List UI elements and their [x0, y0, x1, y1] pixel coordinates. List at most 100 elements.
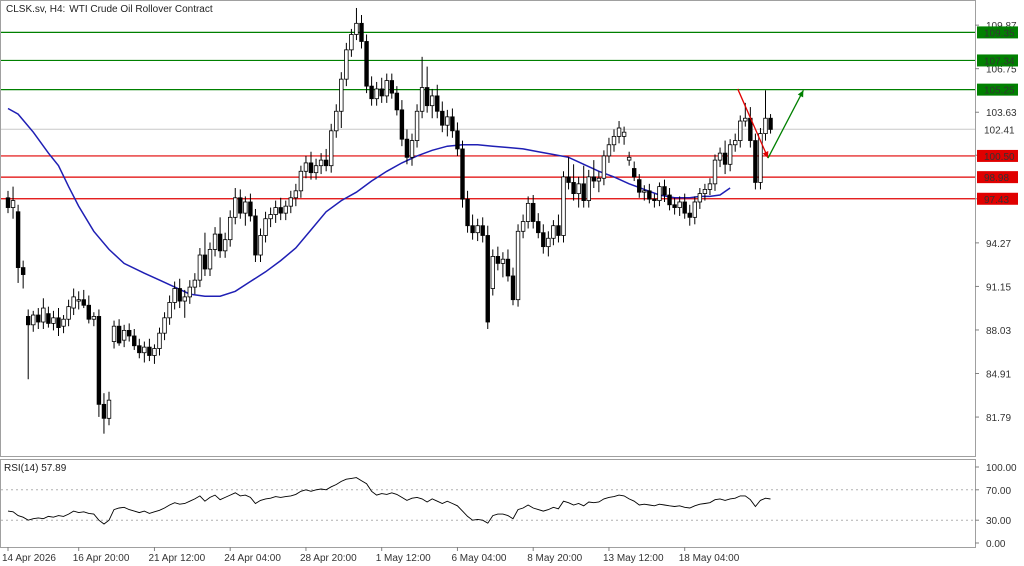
time-tick-label: 8 May 20:00 — [527, 553, 582, 564]
candle-body-bull — [41, 307, 46, 323]
candle-body-bull — [283, 205, 288, 214]
candle-body-bear — [404, 138, 410, 158]
candle-body-bull — [763, 117, 768, 134]
candle-body-bear — [505, 258, 511, 277]
candle-body-bull — [339, 78, 344, 112]
last-price-label: 102.41 — [984, 125, 1015, 136]
candle-body-bull — [222, 239, 228, 252]
candle-body-bull — [142, 346, 147, 354]
candle-body-bear — [101, 403, 107, 419]
candle-body-bull — [601, 155, 607, 179]
candle-body-bull — [702, 189, 708, 195]
candle-body-bear — [36, 314, 41, 323]
candle-body-bear — [531, 202, 536, 222]
candle-body-bear — [722, 152, 728, 165]
candle-body-bear — [25, 316, 31, 326]
candle-body-bear — [450, 116, 455, 132]
candle — [490, 249, 495, 296]
candle-body-bull — [626, 156, 632, 161]
candle-body-bull — [172, 288, 177, 303]
candle-body-bull — [106, 399, 112, 419]
candle-body-bear — [591, 176, 596, 182]
candle-body-bull — [707, 183, 713, 190]
candle-body-bull — [616, 127, 622, 137]
candle-body-bear — [217, 233, 223, 252]
candle-body-bear — [253, 215, 258, 256]
candle-body-bear — [137, 345, 142, 354]
rsi-tick-label: 100.00 — [986, 463, 1017, 474]
candle-body-bear — [753, 140, 758, 183]
candle-body-bear — [672, 204, 677, 208]
rsi-tick-label: 30.00 — [986, 516, 1011, 527]
candle-body-bear — [359, 22, 364, 42]
candle-body-bull — [207, 249, 213, 270]
candle-body-bear — [46, 313, 51, 324]
chart-header: CLSK.sv, H4: WTI Crude Oil Rollover Contr… — [6, 4, 213, 15]
level-label-109.35: 109.35 — [984, 28, 1015, 39]
candle-body-bear — [667, 194, 672, 206]
candle-body-bear — [116, 325, 122, 344]
rsi-tick-label: 0.00 — [986, 539, 1006, 550]
time-tick-label: 6 May 04:00 — [451, 553, 506, 564]
candle — [753, 133, 758, 190]
time-tick-label: 28 Apr 20:00 — [300, 553, 357, 564]
candle-body-bear — [56, 317, 61, 328]
candle-body-bear — [81, 299, 86, 306]
candle-body-bear — [768, 117, 773, 130]
candle-body-bear — [394, 92, 400, 111]
candle-body-bear — [424, 87, 430, 107]
candle-body-bear — [632, 168, 637, 178]
candle-body-bull — [621, 131, 627, 137]
candle-body-bear — [20, 267, 26, 275]
candle-body-bull — [576, 183, 581, 195]
candle-body-bull — [157, 332, 162, 349]
candle-body-bear — [566, 176, 571, 183]
chart-description: WTI Crude Oil Rollover Contract — [69, 4, 213, 15]
candle-body-bull — [298, 170, 304, 192]
price-tick-label: 94.27 — [986, 239, 1011, 250]
chart-symbol: CLSK.sv, H4: — [6, 4, 65, 15]
candle-body-bull — [268, 214, 273, 220]
time-tick-label: 18 May 04:00 — [679, 553, 740, 564]
price-chart: CLSK.sv, H4: WTI Crude Oil Rollover Contr… — [0, 0, 1024, 566]
price-tick-label: 91.15 — [986, 282, 1011, 293]
candle-body-bull — [152, 348, 157, 356]
level-label-97.43: 97.43 — [984, 195, 1009, 206]
candle-body-bear — [647, 190, 652, 200]
candle-body-bull — [717, 152, 723, 161]
candle-body-bull — [733, 140, 738, 146]
candle-body-bull — [187, 286, 192, 298]
candle-body-bull — [344, 49, 349, 80]
price-tick-label: 103.63 — [986, 108, 1017, 119]
candle-body-bull — [409, 140, 415, 158]
candle-body-bull — [61, 318, 66, 327]
candle-body-bear — [682, 201, 687, 214]
candle-body-bull — [697, 193, 703, 203]
candle-body-bear — [127, 329, 132, 337]
candle-body-bull — [258, 235, 263, 256]
candle-body-bear — [435, 95, 440, 112]
candle-body-bear — [581, 183, 586, 201]
candle-body-bull — [657, 186, 662, 201]
rsi-tick-label: 70.00 — [986, 486, 1011, 497]
candle-body-bear — [460, 148, 465, 200]
candle-body-bear — [465, 198, 470, 227]
candle-body-bull — [349, 34, 354, 51]
candle-body-bear — [455, 130, 460, 150]
candle-body-bull — [743, 117, 748, 122]
candle-body-bull — [374, 88, 379, 100]
candle-body-bull — [611, 135, 617, 146]
candle-body-bear — [510, 275, 516, 301]
candle — [253, 208, 258, 262]
candle-body-bull — [10, 200, 16, 208]
candle-body-bull — [167, 302, 172, 319]
candle-body-bull — [490, 256, 495, 289]
candle-body-bull — [318, 159, 324, 167]
candle-body-bear — [652, 198, 657, 201]
time-tick-label: 13 May 12:00 — [603, 553, 664, 564]
candle-body-bear — [248, 201, 253, 217]
candle-body-bull — [500, 258, 506, 264]
candle-body-bear — [86, 304, 91, 320]
candle-body-bull — [384, 80, 389, 97]
candle — [515, 224, 521, 307]
